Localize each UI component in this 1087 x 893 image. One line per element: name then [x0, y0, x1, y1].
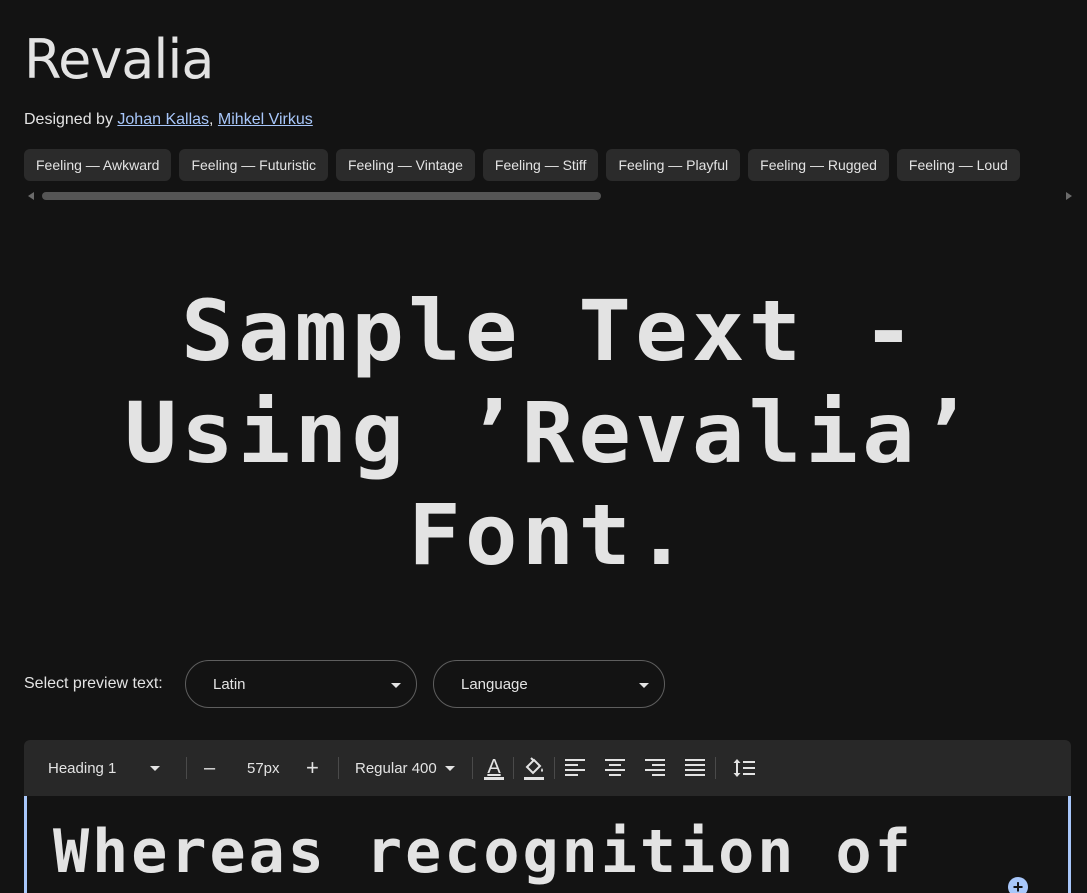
scroll-thumb[interactable]: [42, 192, 601, 200]
align-right-button[interactable]: [645, 740, 665, 796]
tag-loud[interactable]: Feeling — Loud: [896, 149, 1020, 181]
align-left-icon: [565, 759, 585, 776]
tag-list: Feeling — Awkward Feeling — Futuristic F…: [24, 149, 1087, 182]
tag-vintage[interactable]: Feeling — Vintage: [335, 149, 475, 181]
font-page: Revalia Designed by Johan Kallas, Mihkel…: [0, 0, 1087, 893]
preview-text-label: Select preview text:: [24, 675, 163, 692]
designer-separator: ,: [209, 111, 218, 128]
designed-by-label: Designed by: [24, 111, 113, 128]
align-center-button[interactable]: [605, 740, 625, 796]
text-style-select[interactable]: Heading 1: [48, 740, 161, 796]
tag-futuristic[interactable]: Feeling — Futuristic: [179, 149, 328, 181]
sample-text: Sample Text - Using ’Revalia’ Font.: [82, 280, 1018, 586]
chevron-down-icon: [639, 683, 649, 688]
decrease-size-button[interactable]: –: [204, 740, 215, 796]
toolbar-divider: [472, 757, 473, 779]
font-size-input[interactable]: 57px: [247, 740, 280, 796]
sample-line-1: Sample Text -: [181, 282, 919, 380]
language-select-value: Language: [461, 675, 528, 693]
designer-credits: Designed by Johan Kallas, Mihkel Virkus: [24, 110, 313, 130]
text-color-icon: A: [484, 756, 504, 780]
align-justify-button[interactable]: [685, 740, 705, 796]
font-title: Revalia: [24, 28, 214, 91]
scroll-right-icon[interactable]: [1066, 192, 1072, 200]
text-style-value: Heading 1: [48, 759, 117, 777]
align-right-icon: [645, 759, 665, 776]
toolbar-divider: [715, 757, 716, 779]
line-height-icon: [733, 759, 755, 777]
scroll-left-icon[interactable]: [28, 192, 34, 200]
toolbar-divider: [338, 757, 339, 779]
align-center-icon: [605, 759, 625, 776]
language-select[interactable]: Language: [433, 660, 665, 708]
tags-scrollbar[interactable]: [24, 189, 1072, 203]
editor-toolbar: Heading 1 – 57px + Regular 400 A: [24, 740, 1071, 796]
highlight-color-button[interactable]: [523, 740, 545, 796]
align-left-button[interactable]: [565, 740, 585, 796]
highlight-color-icon: [524, 757, 544, 780]
tag-rugged[interactable]: Feeling — Rugged: [748, 149, 889, 181]
tag-playful[interactable]: Feeling — Playful: [606, 149, 741, 181]
chevron-down-icon: [444, 765, 455, 771]
font-weight-value: Regular 400: [355, 759, 437, 777]
toolbar-divider: [186, 757, 187, 779]
line-height-button[interactable]: [733, 740, 755, 796]
designer-link-1[interactable]: Johan Kallas: [117, 111, 209, 128]
increase-size-button[interactable]: +: [306, 740, 319, 796]
tag-awkward[interactable]: Feeling — Awkward: [24, 149, 172, 181]
sample-line-3: Font.: [408, 486, 692, 584]
chevron-down-icon: [150, 765, 161, 771]
text-color-button[interactable]: A: [483, 740, 505, 796]
preview-editor[interactable]: Whereas recognition of: [24, 796, 1071, 893]
chevron-down-icon: [391, 683, 401, 688]
font-weight-select[interactable]: Regular 400: [355, 740, 455, 796]
script-select-value: Latin: [213, 675, 246, 693]
svg-text:A: A: [487, 756, 501, 778]
tag-stiff[interactable]: Feeling — Stiff: [482, 149, 599, 181]
script-select[interactable]: Latin: [185, 660, 417, 708]
align-justify-icon: [685, 759, 705, 776]
designer-link-2[interactable]: Mihkel Virkus: [218, 111, 313, 128]
toolbar-divider: [513, 757, 514, 779]
add-icon[interactable]: +: [1008, 877, 1028, 893]
editor-text[interactable]: Whereas recognition of: [53, 816, 914, 888]
sample-line-2: Using ’Revalia’: [124, 384, 976, 482]
toolbar-divider: [554, 757, 555, 779]
